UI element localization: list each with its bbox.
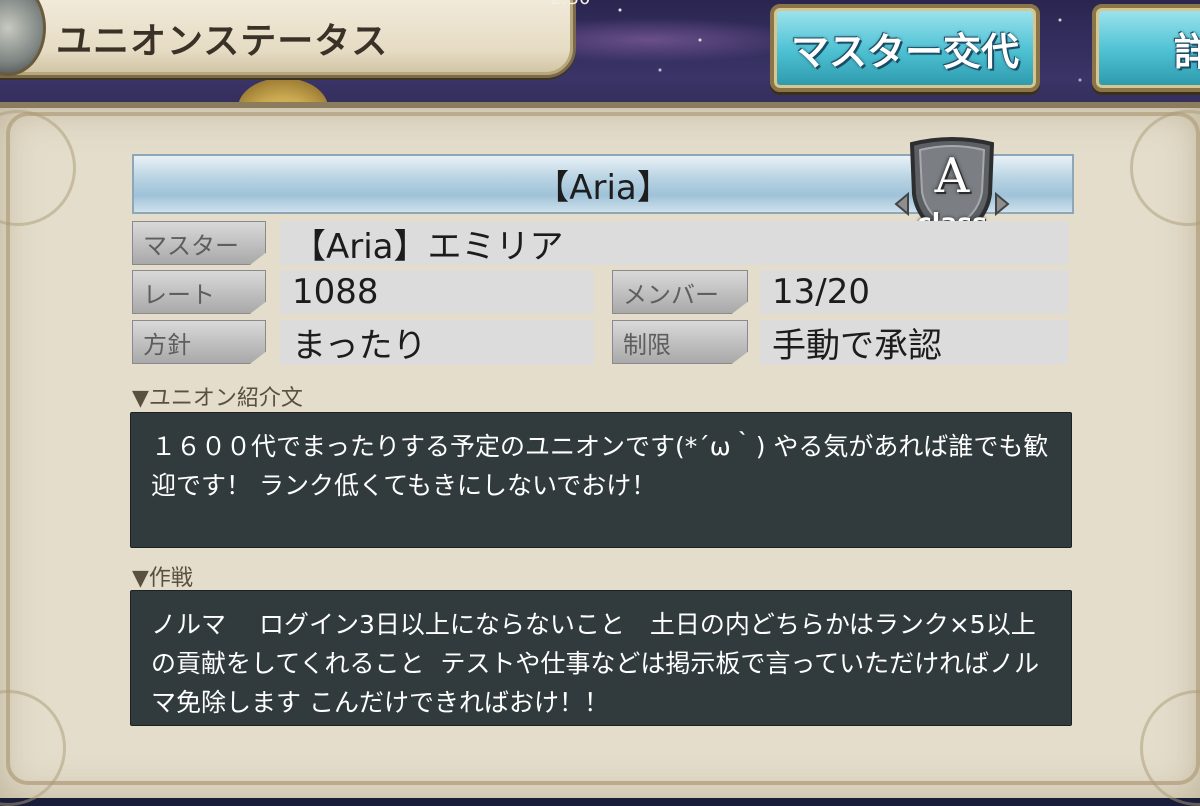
strategy-textbox: ノルマ ログイン3日以上にならないこと 土日の内どちらかはランク×5以上の貢献を…: [130, 590, 1072, 726]
master-change-button[interactable]: マスター交代: [770, 4, 1040, 92]
intro-textbox: １６００代でまったりする予定のユニオンです(*´ω｀) やる気があれば誰でも歓迎…: [130, 412, 1072, 548]
members-label-tag: メンバー: [612, 270, 748, 314]
policy-value-field: まったり: [280, 320, 594, 366]
intro-heading: ▼ユニオン紹介文: [132, 386, 303, 411]
restriction-label: 制限: [623, 330, 671, 359]
master-label: マスター: [143, 231, 239, 260]
policy-value: まったり: [292, 325, 427, 366]
master-change-label: マスター交代: [790, 29, 1019, 74]
page-title: ユニオンステータス: [56, 21, 389, 62]
restriction-value-field: 手動で承認: [760, 320, 1068, 366]
union-name: 【Aria】: [535, 167, 671, 208]
rate-label-tag: レート: [132, 270, 266, 314]
policy-label: 方針: [143, 330, 191, 359]
clock: 2:30: [550, 0, 590, 9]
strategy-heading: ▼作戦: [132, 566, 193, 591]
restriction-value: 手動で承認: [772, 325, 942, 366]
details-button-label: 詳: [1174, 29, 1200, 74]
members-label: メンバー: [623, 280, 719, 309]
master-label-tag: マスター: [132, 221, 266, 265]
members-value-field: 13/20: [760, 270, 1068, 314]
rate-value-field: 1088: [280, 270, 594, 314]
policy-label-tag: 方針: [132, 320, 266, 364]
class-letter: A: [934, 148, 970, 204]
master-value: 【Aria】エミリア: [292, 226, 564, 267]
master-value-field: 【Aria】エミリア: [280, 221, 1068, 267]
rate-value: 1088: [292, 272, 379, 312]
members-value: 13/20: [772, 272, 870, 312]
rate-label: レート: [143, 280, 215, 309]
restriction-label-tag: 制限: [612, 320, 748, 364]
details-button[interactable]: 詳: [1092, 4, 1200, 92]
